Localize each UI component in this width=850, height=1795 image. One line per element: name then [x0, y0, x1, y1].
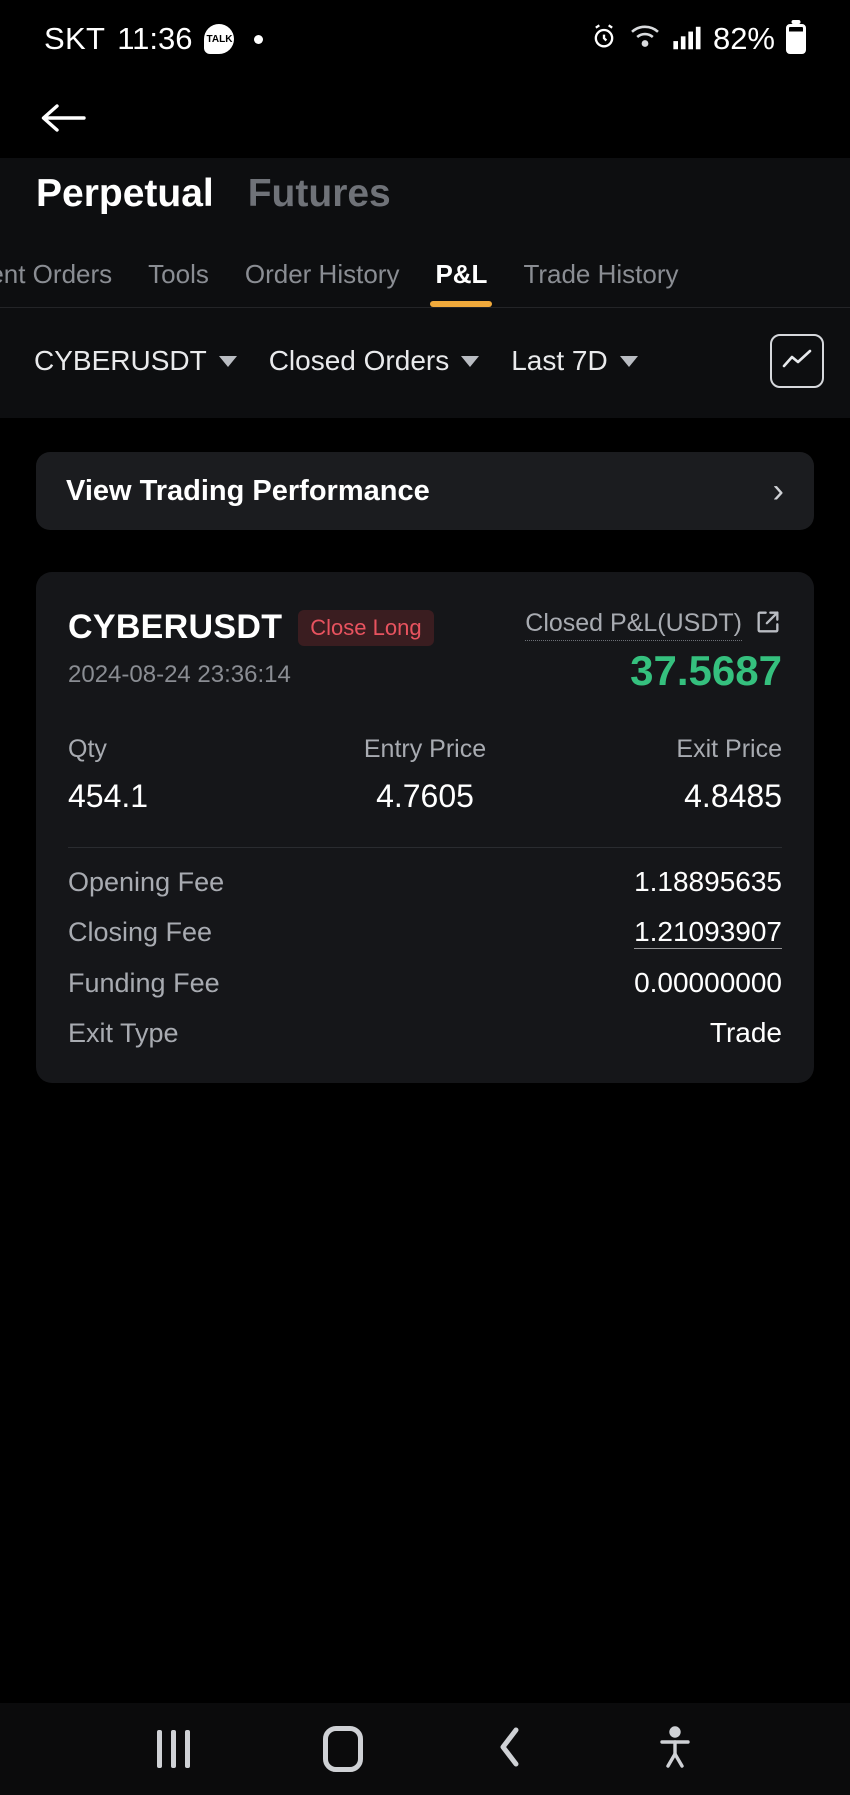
line-chart-icon[interactable] [770, 334, 824, 388]
status-badge: Close Long [298, 609, 434, 646]
metric-entry-price-value: 4.7605 [376, 778, 474, 814]
metric-entry-price: Entry Price 4.7605 [306, 735, 544, 815]
tab-tools[interactable]: Tools [148, 261, 209, 307]
pnl-card[interactable]: CYBERUSDT Close Long 2024-08-24 23:36:14… [36, 572, 814, 1083]
closing-fee-value: 1.21093907 [634, 916, 782, 949]
pnl-symbol: CYBERUSDT [68, 608, 283, 646]
chevron-down-icon [218, 355, 237, 367]
carrier-label: SKT [44, 21, 106, 56]
accessibility-icon[interactable] [657, 1725, 693, 1774]
back-icon[interactable] [496, 1725, 524, 1774]
filter-symbol-label: CYBERUSDT [34, 345, 207, 376]
signal-icon [672, 23, 702, 56]
detail-row-exit-type: Exit Type Trade [68, 999, 782, 1049]
back-arrow-icon[interactable] [40, 98, 86, 138]
filter-bar: CYBERUSDT Closed Orders Last 7D [0, 308, 850, 418]
closing-fee-label: Closing Fee [68, 917, 213, 947]
metric-exit-price-label: Exit Price [676, 735, 782, 763]
status-bar-right: 82% [590, 21, 806, 57]
funding-fee-label: Funding Fee [68, 967, 220, 998]
detail-row-opening-fee: Opening Fee 1.18895635 [68, 848, 782, 898]
detail-row-funding-fee: Funding Fee 0.00000000 [68, 949, 782, 999]
metric-exit-price-value: 4.8485 [684, 778, 782, 814]
segment-tabs: Perpetual Futures [0, 158, 850, 238]
detail-row-closing-fee: Closing Fee 1.21093907 [68, 898, 782, 949]
pnl-card-right: Closed P&L(USDT) 37.5687 [525, 608, 782, 695]
status-bar-left: SKT 11:36 TALK [44, 21, 264, 57]
metric-qty-label: Qty [68, 735, 107, 763]
dot-icon [254, 34, 264, 44]
alarm-icon [590, 23, 618, 56]
funding-fee-value: 0.00000000 [634, 967, 782, 998]
pnl-card-header: CYBERUSDT Close Long 2024-08-24 23:36:14… [68, 608, 782, 695]
status-bar: SKT 11:36 TALK 82% [0, 0, 850, 78]
filter-symbol[interactable]: CYBERUSDT [34, 345, 237, 377]
opening-fee-value: 1.18895635 [634, 866, 782, 897]
pnl-label-row: Closed P&L(USDT) [525, 608, 782, 641]
tab-trade-history[interactable]: Trade History [523, 261, 678, 307]
home-icon[interactable] [322, 1726, 363, 1772]
filter-order-state[interactable]: Closed Orders [269, 345, 480, 377]
metric-qty-value: 454.1 [68, 778, 149, 814]
view-trading-performance-label: View Trading Performance [66, 474, 430, 507]
battery-icon [786, 24, 806, 54]
filter-order-state-label: Closed Orders [268, 345, 450, 376]
closed-pnl-value: 37.5687 [630, 647, 782, 694]
metric-qty: Qty 454.1 [68, 735, 306, 815]
navigation-bar [0, 78, 850, 158]
kakaotalk-icon: TALK [204, 24, 235, 54]
exit-type-value: Trade [709, 1017, 782, 1048]
pnl-card-left: CYBERUSDT Close Long 2024-08-24 23:36:14 [68, 608, 434, 689]
recents-icon[interactable] [156, 1730, 190, 1768]
filter-period[interactable]: Last 7D [511, 345, 638, 377]
tab-current-orders[interactable]: rrent Orders [0, 261, 112, 307]
symbol-row: CYBERUSDT Close Long [68, 608, 434, 647]
battery-percent-label: 82% [712, 21, 775, 56]
pnl-timestamp: 2024-08-24 23:36:14 [68, 661, 291, 688]
metric-entry-price-label: Entry Price [363, 735, 487, 763]
metric-exit-price: Exit Price 4.8485 [544, 735, 782, 815]
sub-tabs: rrent Orders Tools Order History P&L Tra… [0, 238, 850, 308]
clock-label: 11:36 [117, 21, 193, 56]
segment-tab-futures[interactable]: Futures [248, 172, 391, 216]
android-navigation-bar [0, 1703, 850, 1795]
main-content: View Trading Performance › CYBERUSDT Clo… [0, 418, 850, 1083]
tab-order-history[interactable]: Order History [245, 261, 400, 307]
tab-pnl[interactable]: P&L [435, 261, 487, 307]
wifi-icon [629, 24, 661, 55]
chevron-right-icon: › [772, 472, 784, 510]
external-link-icon[interactable] [754, 608, 782, 641]
view-trading-performance-button[interactable]: View Trading Performance › [36, 452, 814, 530]
closed-pnl-label: Closed P&L(USDT) [525, 609, 742, 641]
exit-type-label: Exit Type [68, 1017, 179, 1048]
chevron-down-icon [619, 355, 638, 367]
filter-period-label: Last 7D [511, 345, 608, 376]
pnl-metrics: Qty 454.1 Entry Price 4.7605 Exit Price … [68, 735, 782, 815]
chevron-down-icon [461, 355, 480, 367]
opening-fee-label: Opening Fee [68, 866, 225, 897]
segment-tab-perpetual[interactable]: Perpetual [36, 172, 214, 216]
